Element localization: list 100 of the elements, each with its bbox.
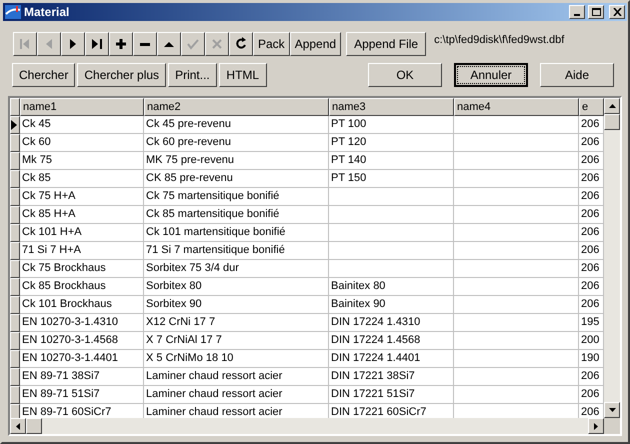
table-cell: Laminer chaud ressort acier bbox=[144, 368, 329, 386]
toolbar-button[interactable]: Append bbox=[290, 32, 342, 56]
horizontal-scrollbar[interactable] bbox=[10, 418, 620, 434]
row-indicator[interactable] bbox=[10, 404, 20, 418]
table-cell: Ck 60 bbox=[20, 134, 144, 152]
toolbar-button[interactable]: Pack bbox=[253, 32, 290, 56]
last-record-icon bbox=[89, 36, 105, 52]
row-indicator[interactable] bbox=[10, 134, 20, 152]
scroll-left-button[interactable] bbox=[10, 418, 26, 434]
navigator-button[interactable] bbox=[85, 32, 109, 56]
table-cell: Ck 85 martensitique bonifié bbox=[144, 206, 329, 224]
action-button[interactable]: HTML bbox=[218, 63, 267, 87]
table-cell: MK 75 pre-revenu bbox=[144, 152, 329, 170]
table-cell: Sorbitex 75 3/4 dur bbox=[144, 260, 329, 278]
table-cell: EN 89-71 38Si7 bbox=[20, 368, 144, 386]
table-cell: Sorbitex 80 bbox=[144, 278, 329, 296]
table-cell: Ck 60 pre-revenu bbox=[144, 134, 329, 152]
row-indicator[interactable] bbox=[10, 206, 20, 224]
navigator-button[interactable] bbox=[133, 32, 157, 56]
table-cell: DIN 17224 1.4568 bbox=[329, 332, 454, 350]
table-cell: Ck 45 pre-revenu bbox=[144, 116, 329, 134]
close-icon bbox=[612, 8, 622, 16]
action-button[interactable]: Chercher plus bbox=[77, 63, 166, 87]
table-cell: X 5 CrNiMo 18 10 bbox=[144, 350, 329, 368]
navigator-button[interactable] bbox=[61, 32, 85, 56]
table-cell: PT 100 bbox=[329, 116, 454, 134]
column-header[interactable]: name3 bbox=[329, 98, 454, 116]
minus-icon bbox=[140, 42, 150, 46]
table-cell: Bainitex 80 bbox=[329, 278, 454, 296]
row-indicator[interactable] bbox=[10, 278, 20, 296]
scroll-up-icon bbox=[608, 104, 616, 108]
maximize-button[interactable] bbox=[588, 5, 604, 19]
column-header[interactable]: name1 bbox=[20, 98, 144, 116]
table-cell: Ck 75 Brockhaus bbox=[20, 260, 144, 278]
table-cell: X12 CrNi 17 7 bbox=[144, 314, 329, 332]
navigator-button[interactable] bbox=[229, 32, 253, 56]
window-title: Material bbox=[24, 4, 70, 21]
table-cell: EN 10270-3-1.4568 bbox=[20, 332, 144, 350]
scrollbar-thumb[interactable] bbox=[604, 114, 620, 130]
table-cell: Sorbitex 90 bbox=[144, 296, 329, 314]
row-indicator[interactable] bbox=[10, 170, 20, 188]
app-icon bbox=[5, 5, 21, 19]
row-indicator[interactable] bbox=[10, 152, 20, 170]
row-indicator[interactable] bbox=[10, 314, 20, 332]
table-cell: Ck 85 H+A bbox=[20, 206, 144, 224]
maximize-icon bbox=[592, 8, 600, 16]
row-indicator[interactable] bbox=[10, 332, 20, 350]
row-indicator[interactable] bbox=[10, 116, 20, 134]
row-indicator[interactable] bbox=[10, 296, 20, 314]
scroll-right-button[interactable] bbox=[588, 418, 604, 434]
table-cell: Ck 85 Brockhaus bbox=[20, 278, 144, 296]
row-indicator[interactable] bbox=[10, 242, 20, 260]
current-row-icon bbox=[11, 120, 17, 130]
table-cell: Mk 75 bbox=[20, 152, 144, 170]
table-cell: Ck 75 martensitique bonifié bbox=[144, 188, 329, 206]
dialog-button[interactable]: Aide bbox=[540, 63, 614, 87]
scroll-down-icon bbox=[608, 408, 616, 412]
table-cell: DIN 17224 1.4401 bbox=[329, 350, 454, 368]
dialog-button[interactable]: OK bbox=[368, 63, 442, 87]
table-cell: PT 120 bbox=[329, 134, 454, 152]
action-button[interactable]: Chercher bbox=[12, 63, 76, 87]
navigator-button[interactable] bbox=[157, 32, 181, 56]
row-indicator[interactable] bbox=[10, 224, 20, 242]
table-cell: Ck 75 H+A bbox=[20, 188, 144, 206]
plus-icon bbox=[113, 36, 129, 52]
table-cell: Bainitex 90 bbox=[329, 296, 454, 314]
row-indicator[interactable] bbox=[10, 368, 20, 386]
minimize-button[interactable] bbox=[569, 5, 585, 19]
table-cell: Ck 101 martensitique bonifié bbox=[144, 224, 329, 242]
table-cell: Ck 101 H+A bbox=[20, 224, 144, 242]
scrollbar-corner bbox=[604, 418, 620, 434]
table-cell: PT 150 bbox=[329, 170, 454, 188]
row-indicator[interactable] bbox=[10, 260, 20, 278]
scroll-left-icon bbox=[16, 422, 20, 430]
row-indicator[interactable] bbox=[10, 188, 20, 206]
table-cell: Ck 85 bbox=[20, 170, 144, 188]
table-cell: Ck 45 bbox=[20, 116, 144, 134]
column-header[interactable]: name2 bbox=[144, 98, 329, 116]
scroll-up-button[interactable] bbox=[604, 98, 620, 114]
column-header[interactable]: e bbox=[579, 98, 604, 116]
table-cell: PT 140 bbox=[329, 152, 454, 170]
scroll-right-icon bbox=[594, 422, 598, 430]
scrollbar-thumb[interactable] bbox=[26, 418, 42, 434]
action-button[interactable]: Print... bbox=[168, 63, 217, 87]
column-header[interactable]: name4 bbox=[454, 98, 579, 116]
close-button[interactable] bbox=[609, 5, 625, 19]
navigator-button[interactable] bbox=[109, 32, 133, 56]
dialog-button[interactable]: Annuler bbox=[454, 63, 528, 87]
row-indicator[interactable] bbox=[10, 350, 20, 368]
vertical-scrollbar[interactable] bbox=[604, 98, 620, 418]
append-file-button[interactable]: Append File bbox=[346, 32, 426, 56]
table-cell: DIN 17221 51Si7 bbox=[329, 386, 454, 404]
table-cell: X 7 CrNiAl 17 7 bbox=[144, 332, 329, 350]
scroll-down-button[interactable] bbox=[604, 402, 620, 418]
table-cell: EN 10270-3-1.4310 bbox=[20, 314, 144, 332]
table-cell: 71 Si 7 H+A bbox=[20, 242, 144, 260]
table-cell: EN 10270-3-1.4401 bbox=[20, 350, 144, 368]
table-cell: DIN 17224 1.4310 bbox=[329, 314, 454, 332]
row-indicator[interactable] bbox=[10, 386, 20, 404]
table-cell: CK 85 pre-revenu bbox=[144, 170, 329, 188]
